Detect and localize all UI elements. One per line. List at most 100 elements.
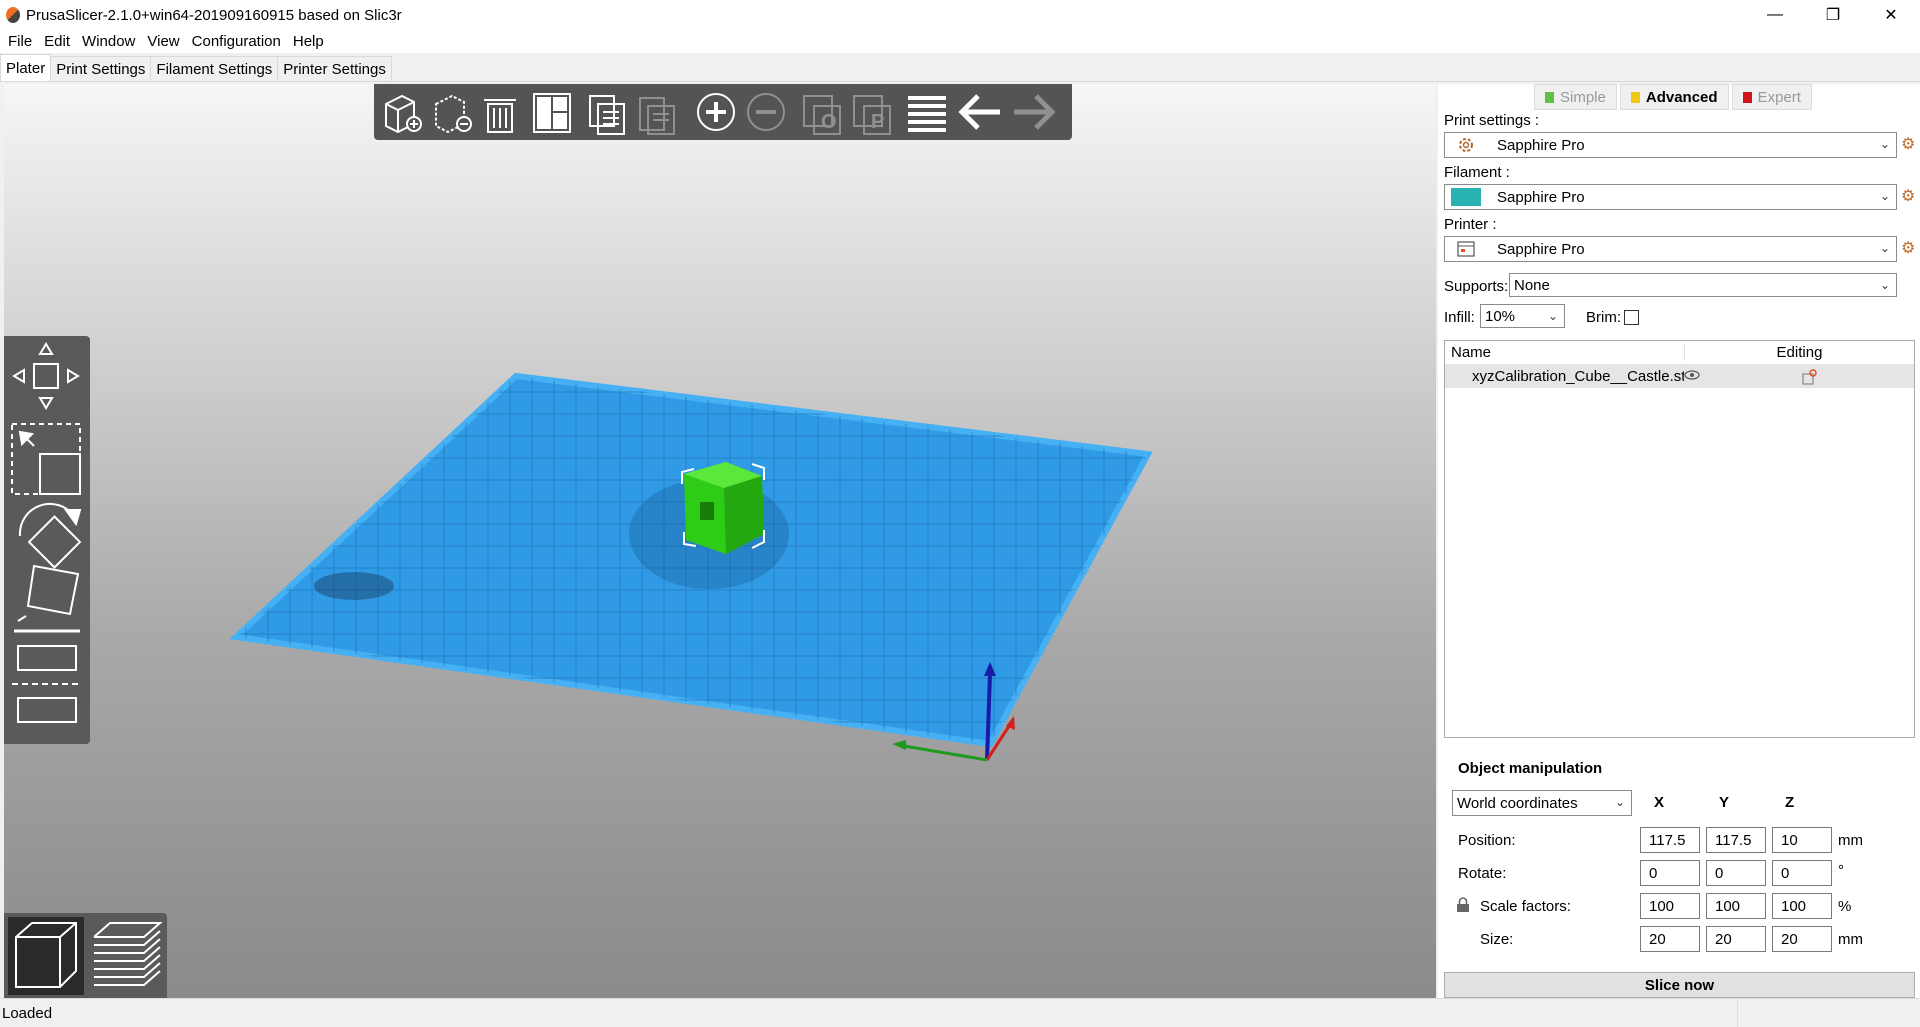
size-x-input[interactable]: 20 [1640,926,1700,952]
add-instance-icon[interactable] [697,93,735,131]
size-label: Size: [1480,931,1514,948]
tab-bar: Plater Print Settings Filament Settings … [0,54,1920,82]
top-toolbar: O P [374,84,1072,140]
tab-filament-settings[interactable]: Filament Settings [150,56,279,81]
print-settings-combo[interactable]: Sapphire Pro ⌄ [1444,132,1897,158]
rotate-x-input[interactable]: 0 [1640,860,1700,886]
position-y-input[interactable]: 117.5 [1706,827,1766,853]
menu-file[interactable]: File [2,33,38,50]
split-objects-icon: O [803,95,841,135]
printer-combo[interactable]: Sapphire Pro ⌄ [1444,236,1897,262]
3d-view-icon[interactable] [8,917,84,995]
scale-icon[interactable] [11,423,81,495]
print-cog-icon [1451,136,1481,154]
paste-icon [639,97,675,135]
object-name: xyzCalibration_Cube__Castle.stl [1472,368,1685,385]
rotate-y-input[interactable]: 0 [1706,860,1766,886]
scale-y-input[interactable]: 100 [1706,893,1766,919]
svg-text:P: P [871,111,884,133]
preview-icon[interactable] [93,922,163,986]
print-settings-value: Sapphire Pro [1497,136,1585,154]
printer-gear-icon[interactable]: ⚙ [1901,241,1917,257]
window-controls: — ❐ ✕ [1746,0,1920,30]
svg-text:O: O [821,111,837,133]
status-bar: Loaded [0,998,1920,1027]
size-z-input[interactable]: 20 [1772,926,1832,952]
rotate-z-input[interactable]: 0 [1772,860,1832,886]
menu-window[interactable]: Window [76,33,141,50]
split-parts-icon: P [853,95,891,135]
chevron-down-icon: ⌄ [1614,795,1625,809]
infill-combo[interactable]: 10% ⌄ [1480,304,1565,328]
axis-z-label: Z [1785,794,1795,811]
view-icons [8,917,163,995]
print-settings-label: Print settings : [1444,112,1540,129]
mode-expert-swatch [1742,91,1752,103]
printer-value: Sapphire Pro [1497,240,1585,258]
tab-print-settings[interactable]: Print Settings [50,56,152,81]
size-y-input[interactable]: 20 [1706,926,1766,952]
filament-label: Filament : [1444,164,1510,181]
position-z-input[interactable]: 10 [1772,827,1832,853]
mode-simple-swatch [1545,91,1554,103]
table-row[interactable]: xyzCalibration_Cube__Castle.stl [1445,365,1914,388]
status-text: Loaded [2,1004,53,1022]
column-name[interactable]: Name [1445,344,1684,361]
scale-z-input[interactable]: 100 [1772,893,1832,919]
add-icon[interactable] [385,94,422,134]
3d-scene [229,372,1153,762]
scale-factors-label: Scale factors: [1480,898,1571,915]
rotate-icon[interactable] [18,502,82,569]
undo-icon[interactable] [958,94,1000,130]
close-button[interactable]: ✕ [1862,0,1920,30]
arrange-icon[interactable] [533,93,571,133]
mode-expert-label: Expert [1757,88,1801,106]
object-list: Name Editing xyzCalibration_Cube__Castle… [1444,340,1915,738]
move-icon[interactable] [12,342,80,410]
tab-printer-settings[interactable]: Printer Settings [277,56,392,81]
xyz-cube-object[interactable] [681,462,765,554]
copy-icon[interactable] [589,95,625,135]
filament-gear-icon[interactable]: ⚙ [1901,189,1917,205]
slice-now-button[interactable]: Slice now [1444,972,1915,998]
top-toolbar-icons: O P [385,93,1056,135]
mode-simple-button[interactable]: Simple [1534,84,1617,110]
chevron-down-icon: ⌄ [1879,241,1890,255]
delete-icon[interactable] [435,94,472,134]
chevron-down-icon: ⌄ [1879,278,1890,292]
window-title: PrusaSlicer-2.1.0+win64-201909160915 bas… [26,6,402,24]
tab-plater[interactable]: Plater [0,54,52,81]
status-bar-right-pane [1737,999,1920,1027]
print-settings-gear-icon[interactable]: ⚙ [1901,137,1917,153]
mode-expert-button[interactable]: Expert [1731,84,1812,110]
menu-configuration[interactable]: Configuration [186,33,287,50]
delete-all-icon[interactable] [484,99,516,133]
edit-settings-icon[interactable] [1704,368,1914,385]
app-logo-icon [6,7,20,23]
menu-view[interactable]: View [141,33,185,50]
rotate-label: Rotate: [1458,865,1507,882]
supports-combo[interactable]: None ⌄ [1509,273,1897,297]
scale-x-input[interactable]: 100 [1640,893,1700,919]
3d-scene-canvas[interactable]: O P [4,84,1436,998]
place-on-face-icon[interactable] [14,564,80,633]
menu-edit[interactable]: Edit [38,33,76,50]
chevron-down-icon: ⌄ [1879,137,1890,151]
column-editing[interactable]: Editing [1683,344,1914,361]
position-x-input[interactable]: 117.5 [1640,827,1700,853]
menu-help[interactable]: Help [287,33,330,50]
print-bed [229,372,1153,748]
layers-editing-icon[interactable] [908,96,946,132]
eye-icon[interactable] [1684,368,1704,385]
cut-icon[interactable] [12,645,82,723]
brim-checkbox[interactable] [1624,310,1639,325]
restore-button[interactable]: ❐ [1804,0,1862,30]
size-unit: mm [1838,931,1863,948]
mode-advanced-button[interactable]: Advanced [1619,84,1729,110]
filament-combo[interactable]: Sapphire Pro ⌄ [1444,184,1897,210]
mode-switcher: Simple Advanced Expert [1534,84,1812,110]
lock-icon[interactable] [1456,897,1470,917]
scale-unit: % [1838,898,1852,915]
coordinates-combo[interactable]: World coordinates ⌄ [1452,790,1632,816]
minimize-button[interactable]: — [1746,0,1804,30]
